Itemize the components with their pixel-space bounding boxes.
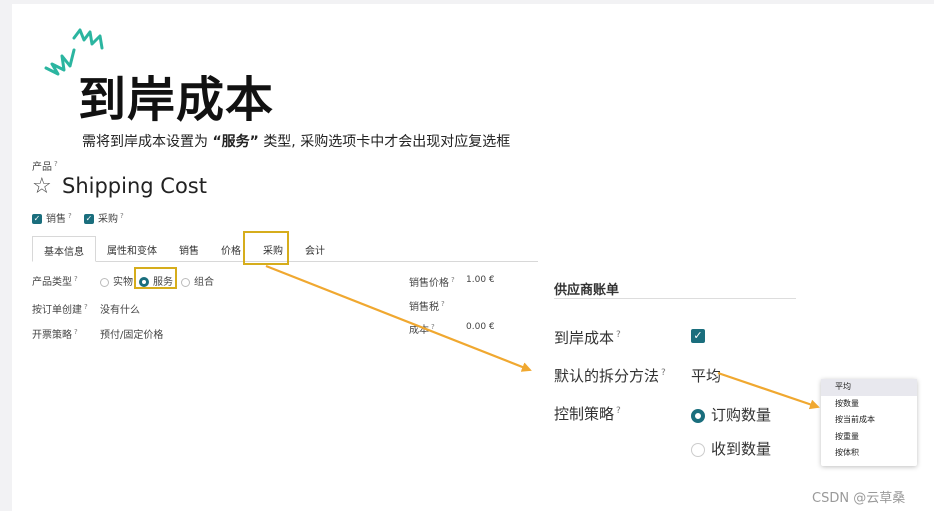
- annotation-arrows: [265, 264, 820, 410]
- arrow-split-to-dropdown: [717, 371, 820, 410]
- arrow-purchase-to-vendor-bill: [265, 264, 532, 372]
- watermark: CSDN @云草桑: [812, 491, 906, 506]
